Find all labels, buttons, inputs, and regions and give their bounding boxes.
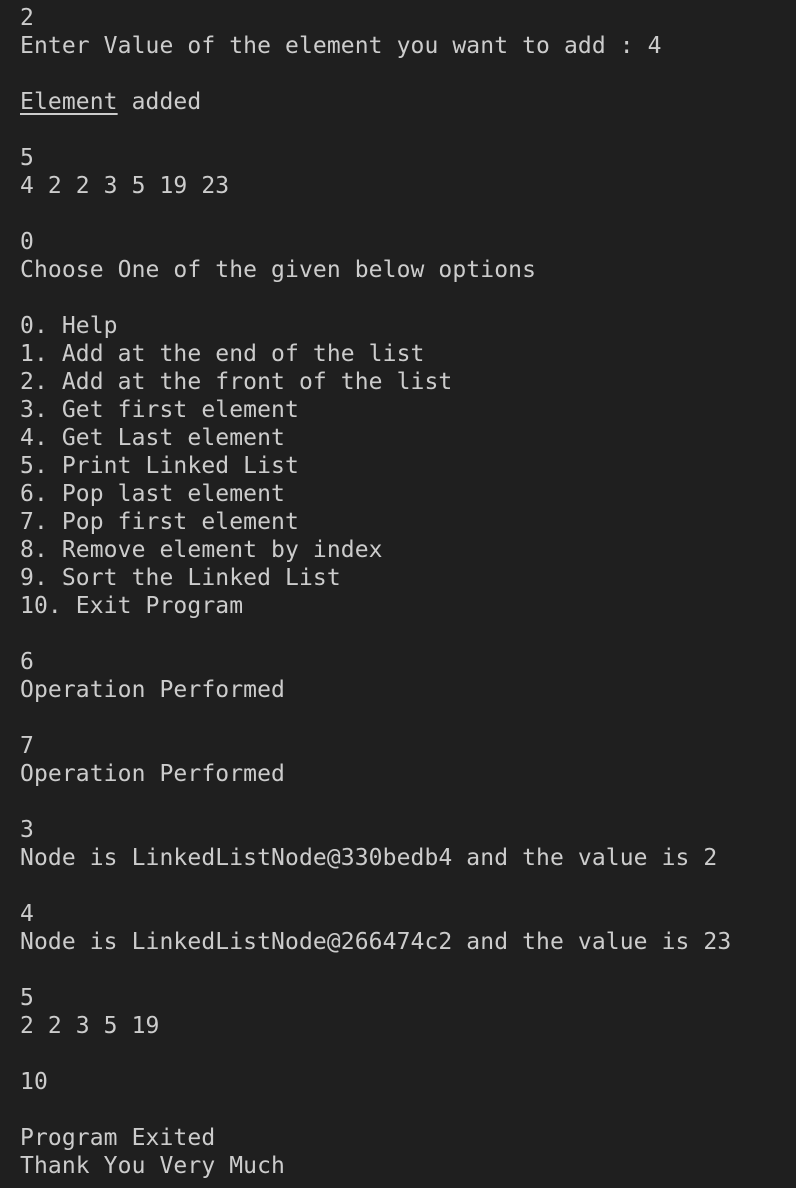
terminal-line: 8. Remove element by index [20, 536, 796, 564]
line-text: 10 [20, 1069, 48, 1095]
terminal-line: Choose One of the given below options [20, 256, 796, 284]
terminal-line: 2 [20, 4, 796, 32]
line-text: added [117, 89, 202, 115]
terminal-line: 6. Pop last element [20, 480, 796, 508]
terminal-line: Program Exited [20, 1124, 796, 1152]
prompt-line-partial [20, 1180, 704, 1188]
line-text: Operation Performed [20, 761, 285, 787]
terminal-line: 10. Exit Program [20, 592, 796, 620]
terminal-line: 3. Get first element [20, 396, 796, 424]
line-text: 0 [20, 229, 34, 255]
terminal-line: 0 [20, 228, 796, 256]
terminal-line: 1. Add at the end of the list [20, 340, 796, 368]
line-text: 4. Get Last element [20, 425, 285, 451]
line-text: 4 [20, 901, 34, 927]
terminal-output[interactable]: 2 Enter Value of the element you want to … [20, 4, 796, 1180]
terminal-line: 2 2 3 5 19 [20, 1012, 796, 1040]
terminal-line: 7. Pop first element [20, 508, 796, 536]
terminal-line: 5 [20, 144, 796, 172]
terminal-line: 5 [20, 984, 796, 1012]
line-text: 6 [20, 649, 34, 675]
terminal-line: 3 [20, 816, 796, 844]
line-text: 5 [20, 145, 34, 171]
terminal-line: 9. Sort the Linked List [20, 564, 796, 592]
line-text: 3. Get first element [20, 397, 299, 423]
line-text: 2 [20, 5, 34, 31]
line-text: Node is LinkedListNode@330bedb4 and the … [20, 845, 718, 871]
terminal-line: Operation Performed [20, 760, 796, 788]
line-text: 7 [20, 733, 34, 759]
terminal-line: 2. Add at the front of the list [20, 368, 796, 396]
terminal-line: Node is LinkedListNode@330bedb4 and the … [20, 844, 796, 872]
line-text: Enter Value of the element you want to a… [20, 33, 662, 59]
line-text: 5. Print Linked List [20, 453, 299, 479]
line-text: 0. Help [20, 313, 118, 339]
terminal-line: 6 [20, 648, 796, 676]
terminal-line: Operation Performed [20, 676, 796, 704]
line-text: Thank You Very Much [20, 1153, 285, 1179]
line-text: 1. Add at the end of the list [20, 341, 425, 367]
terminal-line: 4 2 2 3 5 19 23 [20, 172, 796, 200]
terminal-line: 4. Get Last element [20, 424, 796, 452]
line-text: Operation Performed [20, 677, 285, 703]
line-text: 4 2 2 3 5 19 23 [20, 173, 230, 199]
terminal-line: 7 [20, 732, 796, 760]
terminal-line: 4 [20, 900, 796, 928]
line-text: 7. Pop first element [20, 509, 299, 535]
line-text: 2. Add at the front of the list [20, 369, 453, 395]
terminal-line: Enter Value of the element you want to a… [20, 32, 796, 60]
line-text: 10. Exit Program [20, 593, 244, 619]
line-text: 3 [20, 817, 34, 843]
line-text: 6. Pop last element [20, 481, 285, 507]
line-text: 8. Remove element by index [20, 537, 383, 563]
terminal-line: 5. Print Linked List [20, 452, 796, 480]
line-text: Node is LinkedListNode@266474c2 and the … [20, 929, 732, 955]
line-text: Program Exited [20, 1125, 216, 1151]
terminal-line: 10 [20, 1068, 796, 1096]
line-text: 2 2 3 5 19 [20, 1013, 160, 1039]
line-text: 9. Sort the Linked List [20, 565, 341, 591]
terminal-line: Node is LinkedListNode@266474c2 and the … [20, 928, 796, 956]
line-text: 5 [20, 985, 34, 1011]
terminal-line: 0. Help [20, 312, 796, 340]
terminal-line: Element added [20, 88, 796, 116]
underlined-text: Element [20, 89, 118, 115]
terminal-line: Thank You Very Much [20, 1152, 796, 1180]
line-text: Choose One of the given below options [20, 257, 537, 283]
